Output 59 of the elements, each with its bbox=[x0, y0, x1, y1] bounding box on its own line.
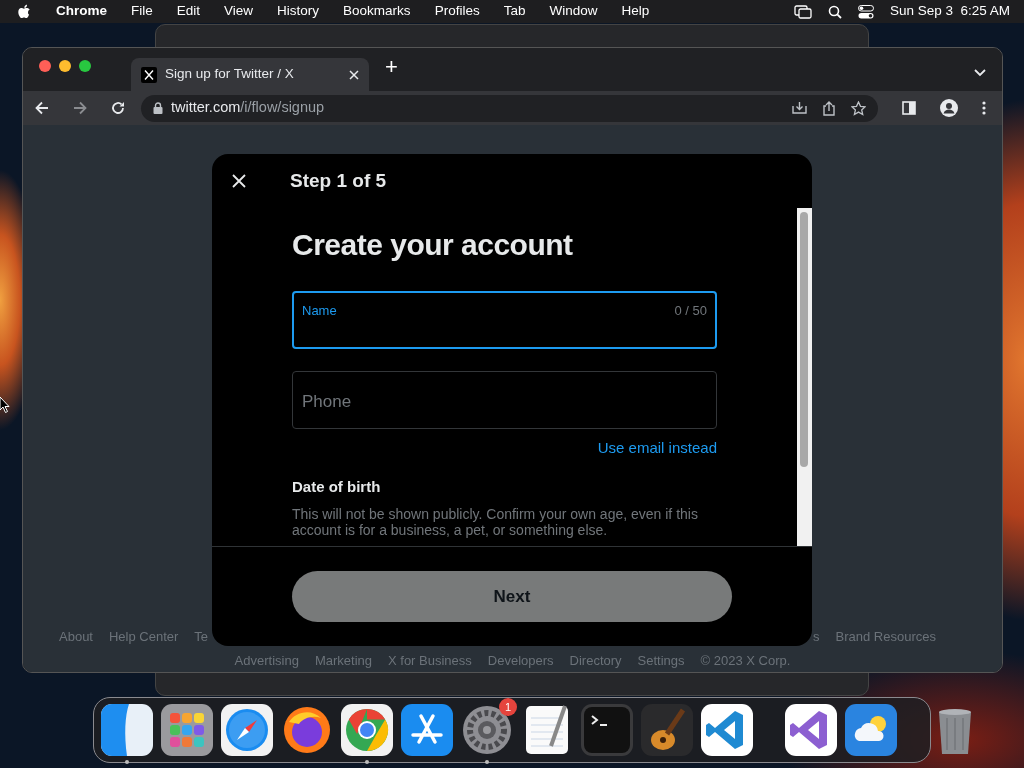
menu-item[interactable]: Help bbox=[621, 1, 650, 22]
side-panel-icon[interactable] bbox=[902, 101, 916, 115]
menu-item[interactable]: Edit bbox=[176, 1, 201, 22]
screen-mirroring-icon[interactable] bbox=[793, 4, 812, 19]
url-text: twitter.com/i/flow/signup bbox=[171, 98, 325, 118]
close-icon[interactable] bbox=[232, 174, 246, 188]
app-store-icon[interactable] bbox=[401, 704, 453, 756]
tab-title: Sign up for Twitter / X bbox=[165, 65, 295, 84]
control-center-icon[interactable] bbox=[857, 4, 874, 19]
reload-icon[interactable] bbox=[111, 101, 125, 115]
share-icon[interactable] bbox=[823, 100, 835, 116]
scrollbar[interactable] bbox=[797, 208, 812, 546]
star-icon[interactable] bbox=[851, 100, 866, 116]
zoom-window-button[interactable] bbox=[79, 60, 91, 72]
finder-app-icon[interactable] bbox=[101, 704, 153, 756]
date-of-birth-description: This will not be shown publicly. Confirm your own age, even if this account is for a business, a pet, or something else. bbox=[292, 506, 699, 538]
profile-icon[interactable] bbox=[940, 99, 958, 117]
minimize-window-button[interactable] bbox=[59, 60, 71, 72]
guitar-app-icon[interactable] bbox=[641, 704, 693, 756]
search-icon[interactable] bbox=[827, 4, 842, 19]
weather-app-icon[interactable] bbox=[845, 704, 897, 756]
lock-icon bbox=[153, 102, 163, 114]
close-window-button[interactable] bbox=[39, 60, 51, 72]
install-icon[interactable] bbox=[792, 101, 807, 115]
x-logo-icon bbox=[141, 66, 157, 83]
gear-app-icon[interactable] bbox=[461, 704, 513, 756]
apple-icon[interactable] bbox=[18, 3, 32, 20]
menu-item[interactable]: File bbox=[131, 1, 153, 22]
new-tab-button[interactable]: + bbox=[385, 56, 398, 78]
clock: Sun Sep 3 6:25 AM bbox=[889, 2, 1010, 21]
menu-item[interactable]: History bbox=[277, 1, 320, 22]
menu-item[interactable]: Window bbox=[549, 1, 598, 22]
cursor-icon bbox=[0, 397, 10, 413]
browser-tab[interactable]: Sign up for Twitter / X bbox=[131, 58, 369, 91]
phone-field[interactable]: Phone bbox=[292, 371, 717, 429]
app-menu[interactable]: Chrome bbox=[56, 1, 107, 22]
page-heading: Create your account bbox=[292, 227, 574, 263]
menu-item[interactable]: Profiles bbox=[434, 1, 480, 22]
step-title: Step 1 of 5 bbox=[290, 168, 387, 193]
compass-app-icon[interactable] bbox=[221, 704, 273, 756]
app-grid-icon[interactable] bbox=[161, 704, 213, 756]
browser-app-icon[interactable] bbox=[341, 704, 393, 756]
address-bar[interactable]: twitter.com/i/flow/signup bbox=[141, 94, 878, 122]
more-icon[interactable] bbox=[982, 101, 986, 115]
code-editor-app-icon[interactable] bbox=[701, 704, 753, 756]
date-of-birth-title: Date of birth bbox=[292, 476, 382, 497]
menu-item[interactable]: Bookmarks bbox=[343, 1, 411, 22]
close-icon[interactable] bbox=[349, 69, 359, 80]
code-editor-app-icon[interactable] bbox=[785, 704, 837, 756]
character-counter: 0 / 50 bbox=[674, 302, 707, 320]
menu-item[interactable]: Tab bbox=[503, 1, 526, 22]
forward-icon[interactable] bbox=[73, 101, 87, 115]
name-field[interactable]: Name 0 / 50 bbox=[292, 291, 717, 349]
browser-app-icon[interactable] bbox=[281, 704, 333, 756]
use-email-link[interactable]: Use email instead bbox=[597, 437, 717, 460]
back-icon[interactable] bbox=[35, 101, 49, 115]
notification-badge: 1 bbox=[499, 698, 517, 716]
menu-item[interactable]: View bbox=[224, 1, 254, 22]
chevron-down-icon[interactable] bbox=[974, 69, 986, 77]
